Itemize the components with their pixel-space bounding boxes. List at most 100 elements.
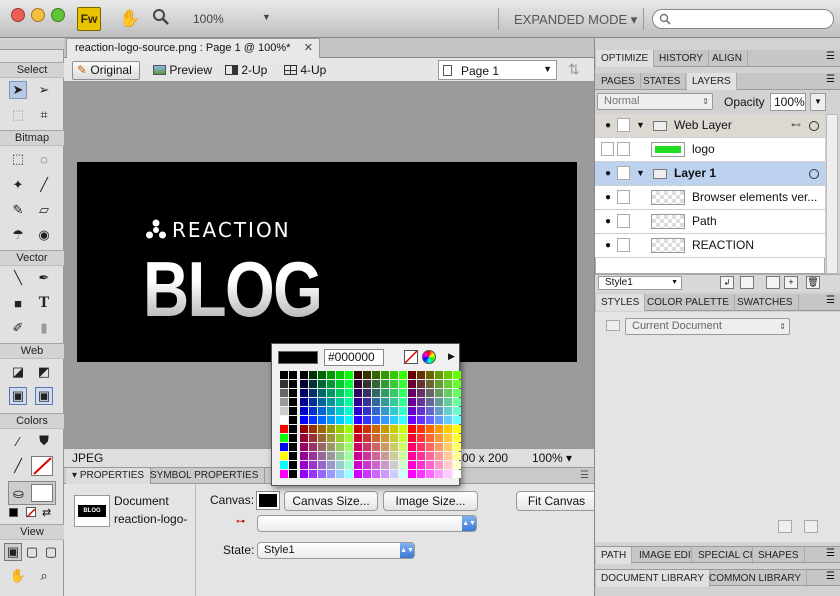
hotspot-tool-icon[interactable]: ◪ — [9, 363, 27, 381]
color-swatch[interactable] — [444, 380, 452, 388]
color-swatch[interactable] — [453, 371, 461, 379]
zoom-dropdown-icon[interactable]: ▼ — [262, 12, 271, 22]
crop-tool-icon[interactable]: ⌗ — [35, 106, 53, 124]
color-swatch[interactable] — [453, 398, 461, 406]
collapse-arrow-icon[interactable]: ▼ — [636, 162, 645, 185]
canvas[interactable]: REACTION BLOG — [77, 162, 577, 362]
color-swatch[interactable] — [309, 434, 317, 442]
color-swatch[interactable] — [300, 461, 308, 469]
color-swatch[interactable] — [426, 470, 434, 478]
color-swatch[interactable] — [289, 380, 297, 388]
color-swatch[interactable] — [289, 416, 297, 424]
canvas-size-button[interactable]: Canvas Size... — [284, 491, 378, 511]
color-swatch[interactable] — [435, 398, 443, 406]
color-swatch[interactable] — [453, 461, 461, 469]
text-tool-icon[interactable]: T — [35, 294, 53, 312]
paint-bucket-icon[interactable]: ⛊ — [35, 432, 53, 450]
color-swatch[interactable] — [288, 460, 298, 470]
color-swatch[interactable] — [381, 461, 389, 469]
color-swatch[interactable] — [289, 398, 297, 406]
search-input[interactable] — [652, 9, 834, 29]
color-swatch[interactable] — [300, 416, 308, 424]
color-swatch[interactable] — [408, 470, 416, 478]
color-swatch[interactable] — [426, 461, 434, 469]
color-swatch[interactable] — [318, 470, 326, 478]
color-swatch[interactable] — [408, 452, 416, 460]
color-swatch[interactable] — [399, 389, 407, 397]
color-swatch[interactable] — [318, 434, 326, 442]
delete-layer-icon[interactable]: 🗑 — [806, 276, 820, 289]
color-swatch[interactable] — [300, 452, 308, 460]
color-swatch[interactable] — [318, 380, 326, 388]
color-swatch[interactable] — [327, 389, 335, 397]
color-swatch[interactable] — [363, 434, 371, 442]
tab-align[interactable]: ALIGN — [707, 50, 749, 67]
color-swatch[interactable] — [280, 389, 288, 397]
pointer-tool-icon[interactable]: ➤ — [9, 81, 27, 99]
color-swatch[interactable] — [426, 443, 434, 451]
color-swatch[interactable] — [336, 398, 344, 406]
tab-path[interactable]: PATH — [596, 547, 633, 564]
color-swatch[interactable] — [336, 470, 344, 478]
new-sublayer-icon[interactable] — [740, 276, 754, 289]
tab-document-library[interactable]: DOCUMENT LIBRARY — [596, 570, 710, 587]
color-swatch[interactable] — [417, 461, 425, 469]
color-swatch[interactable] — [336, 371, 344, 379]
color-swatch[interactable] — [435, 389, 443, 397]
no-color-button[interactable] — [404, 350, 418, 364]
color-swatch[interactable] — [336, 443, 344, 451]
zoom-tool-icon[interactable] — [152, 8, 170, 29]
tab-pages[interactable]: PAGES — [596, 73, 641, 90]
blur-tool-icon[interactable]: ☂ — [9, 226, 27, 244]
color-swatch[interactable] — [327, 407, 335, 415]
color-swatch[interactable] — [289, 425, 297, 433]
color-swatch[interactable] — [327, 443, 335, 451]
color-swatch[interactable] — [318, 452, 326, 460]
color-swatch[interactable] — [408, 407, 416, 415]
color-swatch[interactable] — [327, 461, 335, 469]
add-mask-icon[interactable] — [766, 276, 780, 289]
color-swatch[interactable] — [354, 434, 362, 442]
color-swatch[interactable] — [327, 434, 335, 442]
color-swatch[interactable] — [345, 416, 353, 424]
stroke-color-swatch[interactable] — [31, 456, 53, 476]
color-swatch[interactable] — [408, 389, 416, 397]
color-swatch[interactable] — [426, 380, 434, 388]
color-swatch[interactable] — [300, 443, 308, 451]
color-swatch[interactable] — [435, 452, 443, 460]
page-arrows-icon[interactable]: ⇅ — [568, 61, 580, 78]
tab-shapes[interactable]: SHAPES — [753, 547, 805, 564]
color-swatch[interactable] — [444, 407, 452, 415]
close-tab-icon[interactable]: ✕ — [304, 39, 313, 57]
panel-options-icon[interactable]: ☰ — [826, 571, 835, 582]
color-swatch[interactable] — [417, 398, 425, 406]
color-swatch[interactable] — [435, 407, 443, 415]
hand-icon[interactable]: ✋ — [119, 9, 140, 29]
canvas-option-select[interactable]: ▲▼ — [257, 515, 477, 532]
color-swatch[interactable] — [327, 470, 335, 478]
zoom-window-button[interactable] — [51, 8, 65, 22]
color-swatch[interactable] — [327, 416, 335, 424]
eye-icon[interactable]: ● — [601, 119, 615, 133]
color-swatch[interactable] — [318, 416, 326, 424]
color-swatch[interactable] — [318, 389, 326, 397]
color-swatch[interactable] — [390, 371, 398, 379]
color-swatch[interactable] — [336, 416, 344, 424]
color-swatch[interactable] — [435, 470, 443, 478]
color-swatch[interactable] — [309, 380, 317, 388]
color-swatch[interactable] — [300, 407, 308, 415]
color-swatch[interactable] — [444, 470, 452, 478]
view-original-button[interactable]: ✎ Original — [72, 61, 140, 80]
lock-checkbox[interactable] — [617, 166, 630, 180]
hide-slices-icon[interactable]: ▣ — [9, 387, 27, 405]
color-swatch[interactable] — [417, 407, 425, 415]
rectangle-tool-icon[interactable]: ■ — [9, 294, 27, 312]
color-swatch[interactable] — [408, 416, 416, 424]
color-swatch[interactable] — [280, 398, 288, 406]
color-swatch[interactable] — [289, 389, 297, 397]
color-swatch[interactable] — [381, 371, 389, 379]
pencil-tool-icon[interactable]: ✎ — [9, 201, 27, 219]
color-swatch[interactable] — [280, 452, 288, 460]
color-swatch[interactable] — [399, 398, 407, 406]
hex-color-input[interactable]: #000000 — [324, 349, 384, 366]
